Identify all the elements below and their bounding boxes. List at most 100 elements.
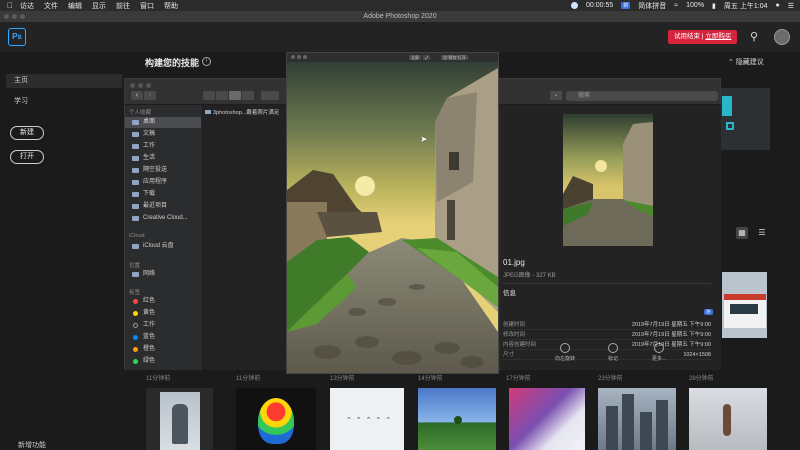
- recent-file-thumbnail[interactable]: [509, 388, 585, 450]
- gallery-view-icon[interactable]: [242, 91, 254, 100]
- arrange-button[interactable]: [261, 91, 279, 100]
- recent-file-thumbnail[interactable]: [598, 388, 676, 450]
- sidebar-item-airdrop[interactable]: 隔空投送: [125, 165, 201, 176]
- back-button[interactable]: ‹: [131, 91, 143, 100]
- open-with-preview-button[interactable]: 用"预览"打开: [441, 55, 468, 60]
- sidebar-item-network[interactable]: 网络: [125, 269, 201, 280]
- trial-banner[interactable]: 试用结束 | 立即购买: [668, 30, 738, 44]
- recent-file-thumbnail[interactable]: [689, 388, 767, 450]
- recent-file-thumbnail[interactable]: [722, 272, 767, 338]
- menu-edit[interactable]: 编辑: [68, 1, 82, 11]
- battery-icon[interactable]: ▮: [712, 2, 716, 10]
- sidebar-item-tag-yellow[interactable]: 黄色: [125, 308, 201, 319]
- recent-file-thumbnail[interactable]: [236, 388, 316, 450]
- open-button[interactable]: 打开: [10, 150, 44, 164]
- tag-dot-icon: [133, 335, 138, 340]
- list-view-icon[interactable]: ☰: [756, 227, 768, 239]
- apple-icon[interactable]: : [0, 1, 20, 10]
- input-method-label[interactable]: 简体拼音: [638, 1, 666, 11]
- clock[interactable]: 周五 上午1:04: [724, 1, 768, 11]
- sidebar-item-recents[interactable]: 最近项目: [125, 201, 201, 212]
- menu-go[interactable]: 前往: [116, 1, 130, 11]
- sidebar-item-label: 下载: [143, 191, 156, 197]
- rotate-left-button[interactable]: 向左旋转: [545, 343, 585, 362]
- dropdown-chevron-icon[interactable]: ⌄: [550, 91, 562, 100]
- sidebar-item-life[interactable]: 生活: [125, 153, 201, 164]
- fullscreen-icon[interactable]: ⤢: [423, 55, 431, 60]
- recent-file-thumbnail[interactable]: ⌃ ⌃ ⌃ ⌃ ⌃: [330, 388, 404, 450]
- search-icon[interactable]: ⚲: [750, 30, 758, 43]
- menu-file[interactable]: 文件: [44, 1, 58, 11]
- menu-finder[interactable]: 访达: [20, 1, 34, 11]
- recording-icon[interactable]: [571, 2, 579, 9]
- menu-list-icon[interactable]: ☰: [788, 2, 794, 10]
- forward-button[interactable]: ›: [144, 91, 156, 100]
- finder-sidebar: 个人收藏 桌面 文稿 工作 生活 隔空投送 应用程序 下载 最近项目 Creat…: [125, 105, 201, 370]
- sidebar-item-documents[interactable]: 文稿: [125, 129, 201, 140]
- sidebar-item-tag-blue[interactable]: 蓝色: [125, 332, 201, 343]
- dialog-traffic-lights[interactable]: [130, 83, 151, 88]
- mouse-cursor-icon: ➤: [420, 134, 428, 144]
- preview-actions: 向左旋转 标记 更多...: [531, 343, 691, 373]
- ps-logo: Ps: [8, 28, 26, 46]
- sidebar-item-label: 蓝色: [143, 334, 156, 340]
- column-view-icon[interactable]: [229, 91, 241, 100]
- user-icon[interactable]: ●: [775, 2, 779, 9]
- macos-menubar:  访达 文件 编辑 显示 前往 窗口 帮助 00:00:55 拼 简体拼音 ≈…: [0, 0, 800, 11]
- sidebar-item-learn[interactable]: 学习: [14, 96, 28, 106]
- ime-badge[interactable]: 拼: [621, 2, 631, 9]
- menu-window[interactable]: 窗口: [140, 1, 154, 11]
- more-button[interactable]: 更多...: [639, 343, 679, 362]
- rotate-left-icon: [560, 343, 570, 353]
- recents-icon: [132, 204, 139, 209]
- buy-now-link[interactable]: 立即购买: [705, 33, 731, 40]
- section-favorites: 个人收藏: [129, 110, 152, 116]
- sidebar-item-tag-work[interactable]: 工作: [125, 320, 201, 331]
- status-area: 00:00:55 拼 简体拼音 ≈ 100% ▮ 周五 上午1:04 ● ☰: [571, 0, 794, 11]
- hide-tips-button[interactable]: ⌃ 隐藏建议: [728, 57, 764, 67]
- search-input[interactable]: 搜索: [566, 91, 718, 101]
- whats-new-link[interactable]: 新增功能: [18, 440, 46, 450]
- preview-file-name: 01.jpg: [503, 258, 525, 267]
- sidebar-item-label: 文稿: [143, 131, 156, 137]
- new-button[interactable]: 新建: [10, 126, 44, 140]
- wifi-icon[interactable]: ≈: [674, 2, 678, 9]
- sidebar-item-home[interactable]: 主页: [6, 74, 122, 88]
- fullscreen-button[interactable]: 全屏: [409, 55, 421, 60]
- trial-text: 试用结束: [674, 33, 700, 40]
- info-key: 尺寸: [503, 352, 515, 358]
- sidebar-item-tag-red[interactable]: 红色: [125, 296, 201, 307]
- section-locations: 位置: [129, 263, 141, 269]
- menu-view[interactable]: 显示: [92, 1, 106, 11]
- tag-dot-icon: [133, 323, 138, 328]
- sidebar-item-label: iCloud 云盘: [143, 243, 174, 249]
- sidebar-item-applications[interactable]: 应用程序: [125, 177, 201, 188]
- avatar[interactable]: [774, 29, 790, 45]
- file-column: 3photoshop...戴着照片满足: [202, 105, 288, 370]
- sidebar-item-creative-cloud[interactable]: Creative Cloud...: [125, 213, 201, 224]
- folder-icon: [132, 156, 139, 161]
- sidebar-item-tag-green[interactable]: 绿色: [125, 356, 201, 367]
- file-row[interactable]: 3photoshop...戴着照片满足: [205, 108, 279, 116]
- menu-help[interactable]: 帮助: [164, 1, 178, 11]
- sidebar-item-label: 工作: [143, 322, 156, 328]
- hide-tips-label: 隐藏建议: [735, 59, 764, 66]
- sidebar-item-tag-orange[interactable]: 橙色: [125, 344, 201, 355]
- list-view-icon[interactable]: [216, 91, 228, 100]
- sidebar-item-label: 隔空投送: [143, 167, 168, 173]
- sidebar-item-icloud-drive[interactable]: iCloud 云盘: [125, 241, 201, 252]
- info-icon[interactable]: i: [202, 57, 211, 66]
- window-traffic-lights[interactable]: [4, 14, 25, 19]
- markup-button[interactable]: 标记: [593, 343, 633, 362]
- grid-view-icon[interactable]: ▦: [736, 227, 748, 239]
- sidebar-item-desktop[interactable]: 桌面: [125, 117, 201, 128]
- image-preview-window[interactable]: 全屏 ⤢ 用"预览"打开: [286, 52, 499, 374]
- recent-file-thumbnail[interactable]: [146, 388, 213, 450]
- info-hide-toggle[interactable]: 隐: [704, 309, 713, 315]
- icon-view-icon[interactable]: [203, 91, 215, 100]
- sidebar-item-work[interactable]: 工作: [125, 141, 201, 152]
- recent-file-thumbnail[interactable]: [418, 388, 496, 450]
- image-window-traffic-lights[interactable]: [291, 55, 307, 59]
- sidebar-item-downloads[interactable]: 下载: [125, 189, 201, 200]
- section-tags: 标签: [129, 290, 141, 296]
